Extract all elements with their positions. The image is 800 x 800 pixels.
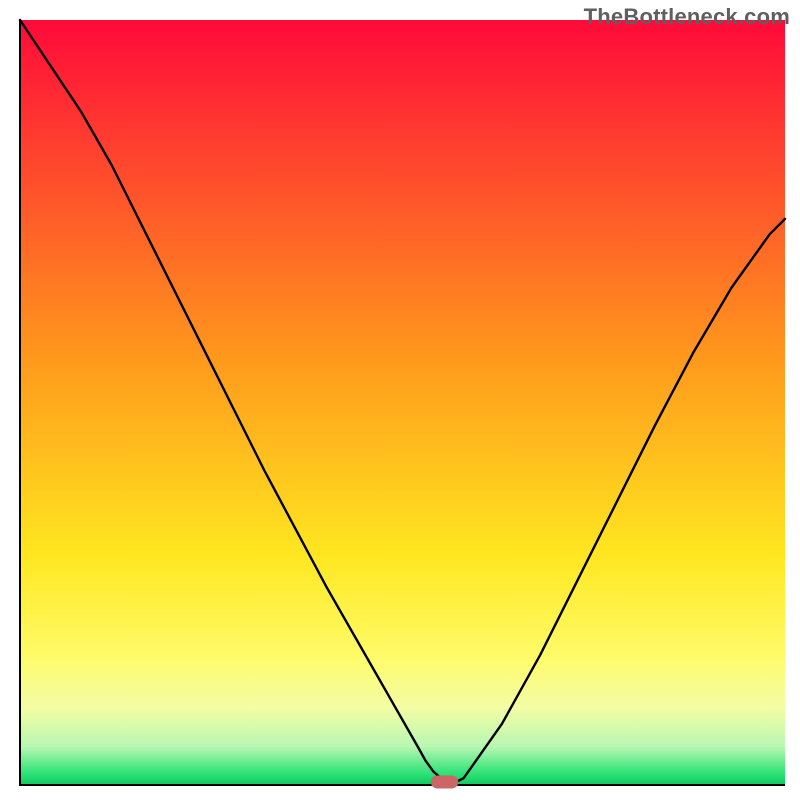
chart-container: TheBottleneck.com (0, 0, 800, 800)
bottleneck-curve-chart (0, 0, 800, 800)
chart-background (20, 20, 785, 785)
optimal-point-marker (431, 775, 459, 788)
watermark-text: TheBottleneck.com (584, 4, 790, 30)
